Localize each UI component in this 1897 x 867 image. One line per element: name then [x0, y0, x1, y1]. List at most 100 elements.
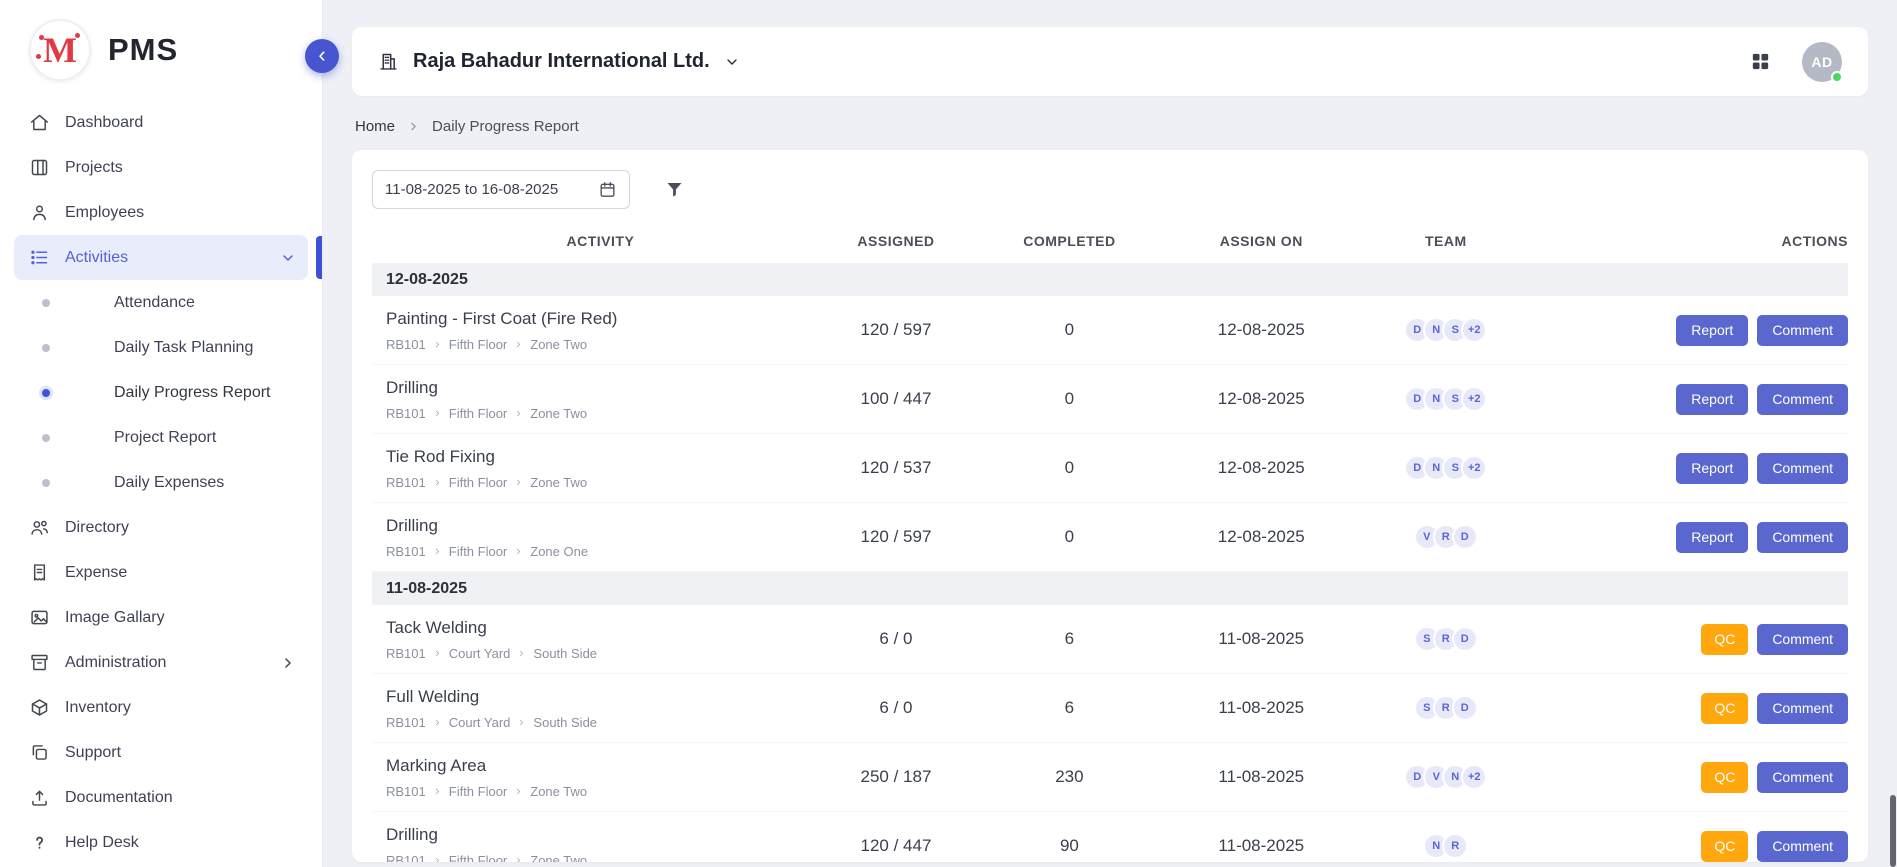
qc-button[interactable]: QC — [1701, 693, 1748, 724]
assigned-cell: 100 / 447 — [815, 389, 977, 409]
sidebar-item-inventory[interactable]: Inventory — [14, 685, 308, 730]
activity-location-path: RB101Fifth FloorZone Two — [386, 853, 815, 863]
activity-location-path: RB101Fifth FloorZone Two — [386, 475, 815, 490]
sidebar-collapse-button[interactable]: ‹ — [305, 39, 339, 73]
breadcrumb-item-home[interactable]: Home — [355, 118, 395, 135]
chevron-right-icon — [514, 856, 523, 863]
assigned-cell: 6 / 0 — [815, 629, 977, 649]
bullet-icon — [42, 344, 50, 352]
sidebar-subitem-attendance[interactable]: Attendance — [0, 280, 322, 325]
column-header-actions: ACTIONS — [1531, 233, 1848, 249]
actions-cell: QC Comment — [1531, 624, 1848, 655]
path-segment: Court Yard — [449, 715, 511, 730]
activity-location-path: RB101Fifth FloorZone Two — [386, 406, 815, 421]
team-more-badge[interactable]: +2 — [1461, 386, 1487, 412]
activity-name: Drilling — [386, 825, 815, 845]
comment-button[interactable]: Comment — [1757, 315, 1848, 346]
sidebar-subitem-daily-task-planning[interactable]: Daily Task Planning — [0, 325, 322, 370]
sidebar-item-expense[interactable]: Expense — [14, 550, 308, 595]
completed-cell: 230 — [977, 767, 1162, 787]
bullet-icon — [42, 389, 50, 397]
activity-location-path: RB101Court YardSouth Side — [386, 646, 815, 661]
filter-icon[interactable] — [664, 179, 685, 200]
scrollbar-thumb[interactable] — [1890, 795, 1896, 867]
sidebar-item-label: Dashboard — [65, 114, 143, 132]
team-more-badge[interactable]: +2 — [1461, 764, 1487, 790]
sidebar-subitem-label: Daily Expenses — [114, 474, 224, 492]
sidebar-item-projects[interactable]: Projects — [14, 145, 308, 190]
report-button[interactable]: Report — [1676, 453, 1748, 484]
employee-icon — [29, 202, 50, 223]
column-header-assigned: ASSIGNED — [815, 233, 977, 249]
actions-cell: QC Comment — [1531, 831, 1848, 862]
team-more-badge[interactable]: +2 — [1461, 455, 1487, 481]
activity-cell: DrillingRB101Fifth FloorZone Two — [372, 378, 815, 421]
company-selector[interactable]: Raja Bahadur International Ltd. — [378, 50, 740, 73]
team-avatar: R — [1442, 833, 1468, 859]
sidebar-item-label: Employees — [65, 204, 144, 222]
chevron-right-icon — [433, 547, 442, 556]
comment-button[interactable]: Comment — [1757, 762, 1848, 793]
date-group-header: 12-08-2025 — [372, 263, 1848, 296]
sidebar-item-help-desk[interactable]: Help Desk — [14, 820, 308, 865]
breadcrumb: Home Daily Progress Report — [355, 118, 1868, 135]
chevron-down-icon — [724, 54, 740, 70]
chevron-right-icon — [433, 649, 442, 658]
sidebar-subitem-daily-expenses[interactable]: Daily Expenses — [0, 460, 322, 505]
path-segment: RB101 — [386, 715, 426, 730]
chevron-right-icon — [514, 547, 523, 556]
sidebar-item-directory[interactable]: Directory — [14, 505, 308, 550]
sidebar-subitem-project-report[interactable]: Project Report — [0, 415, 322, 460]
comment-button[interactable]: Comment — [1757, 522, 1848, 553]
comment-button[interactable]: Comment — [1757, 831, 1848, 862]
qc-button[interactable]: QC — [1701, 624, 1748, 655]
sidebar-item-administration[interactable]: Administration — [14, 640, 308, 685]
comment-button[interactable]: Comment — [1757, 693, 1848, 724]
sidebar-item-dashboard[interactable]: Dashboard — [14, 100, 308, 145]
sidebar-item-support[interactable]: Support — [14, 730, 308, 775]
sidebar-subitem-daily-progress-report[interactable]: Daily Progress Report — [0, 370, 322, 415]
column-header-activity: ACTIVITY — [372, 233, 815, 249]
actions-cell: Report Comment — [1531, 315, 1848, 346]
team-more-badge[interactable]: +2 — [1461, 317, 1487, 343]
company-name: Raja Bahadur International Ltd. — [413, 50, 710, 73]
activity-location-path: RB101Fifth FloorZone Two — [386, 784, 815, 799]
path-segment: Zone Two — [530, 853, 587, 863]
sidebar-item-activities[interactable]: Activities — [14, 235, 308, 280]
support-icon — [29, 742, 50, 763]
user-avatar[interactable]: AD — [1802, 42, 1842, 82]
sidebar-item-documentation[interactable]: Documentation — [14, 775, 308, 820]
activity-name: Tie Rod Fixing — [386, 447, 815, 467]
bullet-icon — [42, 299, 50, 307]
sidebar-item-employees[interactable]: Employees — [14, 190, 308, 235]
path-segment: Fifth Floor — [449, 406, 508, 421]
qc-button[interactable]: QC — [1701, 762, 1748, 793]
inventory-icon — [29, 697, 50, 718]
activity-location-path: RB101Fifth FloorZone One — [386, 544, 815, 559]
date-range-input[interactable]: 11-08-2025 to 16-08-2025 — [372, 170, 630, 209]
bullet-icon — [42, 434, 50, 442]
completed-cell: 0 — [977, 320, 1162, 340]
activity-cell: Tie Rod Fixing RB101Fifth FloorZone Two — [372, 447, 815, 490]
column-header-team: TEAM — [1361, 233, 1531, 249]
table-row: Full WeldingRB101Court YardSouth Side6 /… — [372, 674, 1848, 743]
path-segment: RB101 — [386, 475, 426, 490]
apps-grid-icon[interactable] — [1749, 50, 1772, 73]
sidebar-item-label: Expense — [65, 564, 127, 582]
comment-button[interactable]: Comment — [1757, 624, 1848, 655]
comment-button[interactable]: Comment — [1757, 453, 1848, 484]
chevron-right-icon — [433, 340, 442, 349]
report-button[interactable]: Report — [1676, 315, 1748, 346]
comment-button[interactable]: Comment — [1757, 384, 1848, 415]
qc-button[interactable]: QC — [1701, 831, 1748, 862]
table-header-row: ACTIVITYASSIGNEDCOMPLETEDASSIGN ONTEAMAC… — [372, 219, 1848, 263]
actions-cell: QC Comment — [1531, 762, 1848, 793]
team-avatar: D — [1452, 626, 1478, 652]
sidebar-item-label: Documentation — [65, 789, 173, 807]
report-button[interactable]: Report — [1676, 522, 1748, 553]
completed-cell: 0 — [977, 527, 1162, 547]
breadcrumb-item-daily-progress-report: Daily Progress Report — [432, 118, 579, 135]
report-button[interactable]: Report — [1676, 384, 1748, 415]
chevron-right-icon — [514, 787, 523, 796]
sidebar-item-image-gallary[interactable]: Image Gallary — [14, 595, 308, 640]
